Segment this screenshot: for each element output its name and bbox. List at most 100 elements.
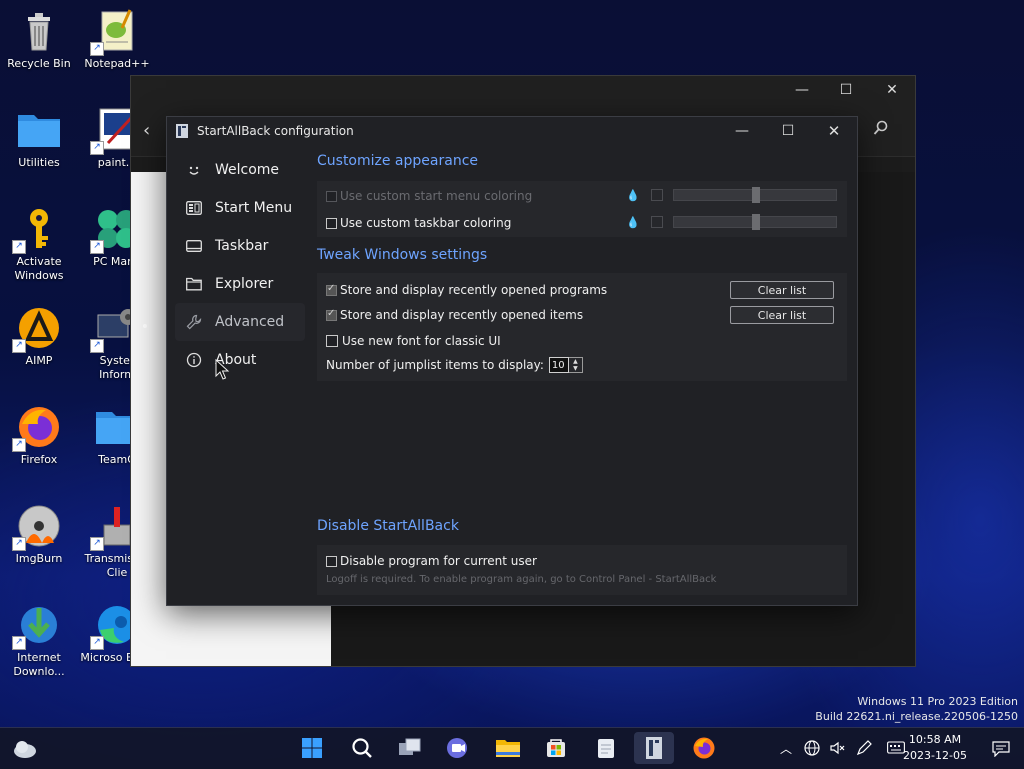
smiley-icon: [185, 161, 203, 179]
microsoft-store-icon[interactable]: [536, 732, 576, 764]
jumplist-stepper[interactable]: 10 ▲ ▼: [548, 357, 583, 373]
shortcut-arrow-icon: ↗: [90, 240, 104, 254]
option-label: Store and display recently opened items: [340, 308, 584, 322]
new-font-checkbox[interactable]: [326, 335, 338, 347]
search-icon[interactable]: [873, 120, 889, 136]
startallback-taskbar-button[interactable]: [634, 732, 674, 764]
firefox-icon: ↗: [12, 404, 62, 452]
desktop-icon-label: Firefox: [20, 453, 58, 466]
maximize-button[interactable]: ☐: [765, 117, 811, 145]
desktop-icon-notepadpp[interactable]: ↗ Notepad++: [80, 8, 154, 71]
recent-items-option[interactable]: Store and display recently opened items: [326, 308, 583, 322]
option-label: Disable program for current user: [340, 554, 537, 568]
back-arrow-icon[interactable]: ‹: [143, 120, 150, 141]
slider-thumb[interactable]: [752, 214, 760, 230]
weather-icon[interactable]: [12, 737, 38, 759]
clock-date: 2023-12-05: [903, 749, 967, 762]
color-swatch[interactable]: [651, 189, 663, 201]
desktop-icon-label: Activate Windows: [14, 255, 64, 282]
task-view-button[interactable]: [390, 732, 430, 764]
desktop-icon-label: Internet Downlo...: [13, 651, 65, 678]
nav-item-taskbar[interactable]: Taskbar: [175, 227, 305, 265]
stepper-up-icon[interactable]: ▲: [569, 358, 582, 365]
clear-programs-list-button[interactable]: Clear list: [730, 281, 834, 299]
desktop-icon-label: Utilities: [18, 156, 60, 169]
search-button[interactable]: [342, 732, 382, 764]
new-font-option[interactable]: Use new font for classic UI: [326, 334, 501, 348]
show-hidden-icons-chevron-icon[interactable]: ︿: [780, 740, 792, 757]
shortcut-arrow-icon: ↗: [12, 240, 26, 254]
shortcut-arrow-icon: ↗: [90, 636, 104, 650]
recent-programs-option[interactable]: Store and display recently opened progra…: [326, 283, 607, 297]
notepadpp-icon: ↗: [90, 8, 140, 56]
pen-icon[interactable]: [856, 740, 872, 756]
taskbar-coloring-checkbox[interactable]: [326, 217, 337, 229]
window-title: StartAllBack configuration: [197, 124, 354, 138]
edition-text: Windows 11 Pro 2023 Edition: [857, 695, 1018, 708]
build-text: Build 22621.ni_release.220506-1250: [815, 710, 1018, 723]
background-minimize-button[interactable]: —: [779, 78, 825, 102]
section-heading-disable: Disable StartAllBack: [317, 518, 459, 534]
option-label: Use custom taskbar coloring: [340, 216, 512, 230]
desktop-icon-firefox[interactable]: ↗ Firefox: [2, 404, 76, 467]
stepper-arrows[interactable]: ▲ ▼: [568, 357, 583, 373]
volume-muted-icon[interactable]: [829, 740, 845, 756]
wrench-icon: [185, 313, 203, 331]
title-bar[interactable]: StartAllBack configuration — ☐ ✕: [167, 117, 857, 145]
meet-icon[interactable]: [438, 732, 478, 764]
notepad-icon[interactable]: [586, 732, 626, 764]
taskbar-opacity-slider[interactable]: [673, 214, 837, 230]
jumplist-value[interactable]: 10: [548, 357, 569, 373]
stepper-down-icon[interactable]: ▼: [569, 365, 582, 372]
background-close-button[interactable]: ✕: [869, 78, 915, 102]
shortcut-arrow-icon: ↗: [90, 537, 104, 551]
startallback-config-window[interactable]: StartAllBack configuration — ☐ ✕ Welcome…: [166, 116, 858, 606]
desktop-icon-label: ImgBurn: [15, 552, 63, 565]
disable-program-checkbox[interactable]: [326, 555, 337, 567]
color-drop-icon: 💧: [626, 189, 640, 202]
nav-item-explorer[interactable]: Explorer: [175, 265, 305, 303]
recent-programs-checkbox[interactable]: [326, 283, 337, 296]
desktop-icon-utilities[interactable]: Utilities: [2, 107, 76, 170]
taskbar-coloring-option[interactable]: Use custom taskbar coloring: [326, 216, 511, 230]
start-menu-coloring-option[interactable]: Use custom start menu coloring: [326, 189, 532, 203]
disable-group: Disable program for current user Logoff …: [317, 545, 847, 595]
system-clock[interactable]: 10:58 AM 2023-12-05: [900, 732, 970, 764]
bullet-dot: [143, 324, 147, 328]
background-maximize-button[interactable]: ☐: [823, 78, 869, 102]
app-icon: [176, 124, 188, 138]
nav-item-about[interactable]: About: [175, 341, 305, 379]
folder-icon: [185, 275, 203, 293]
jumplist-option: Number of jumplist items to display: 10 …: [326, 357, 583, 373]
nav-label: Welcome: [215, 162, 280, 178]
start-menu-coloring-checkbox[interactable]: [326, 190, 337, 202]
desktop-icon-internet-download-manager[interactable]: ↗ Internet Downlo...: [2, 602, 76, 679]
nav-item-start-menu[interactable]: Start Menu: [175, 189, 305, 227]
option-label: Use new font for classic UI: [342, 334, 501, 348]
nav-item-advanced[interactable]: Advanced: [175, 303, 305, 341]
nav-item-welcome[interactable]: Welcome: [175, 151, 305, 189]
shortcut-arrow-icon: ↗: [90, 141, 104, 155]
disable-program-option[interactable]: Disable program for current user: [326, 554, 537, 568]
close-button[interactable]: ✕: [811, 117, 857, 145]
minimize-button[interactable]: —: [719, 117, 765, 145]
recent-items-checkbox[interactable]: [326, 308, 337, 321]
file-explorer-icon[interactable]: [488, 732, 528, 764]
notifications-icon[interactable]: [992, 741, 1010, 757]
desktop-icon-activate-windows[interactable]: ↗ Activate Windows: [2, 206, 76, 283]
clear-items-list-button[interactable]: Clear list: [730, 306, 834, 324]
slider-thumb[interactable]: [752, 187, 760, 203]
shortcut-arrow-icon: ↗: [12, 636, 26, 650]
start-menu-opacity-slider[interactable]: [673, 187, 837, 203]
desktop-icon-aimp[interactable]: ↗ AIMP: [2, 305, 76, 368]
color-swatch[interactable]: [651, 216, 663, 228]
network-globe-icon[interactable]: [804, 740, 820, 756]
desktop-icon-imgburn[interactable]: ↗ ImgBurn: [2, 503, 76, 566]
info-icon: [185, 351, 203, 369]
desktop-icon-recycle-bin[interactable]: Recycle Bin: [2, 8, 76, 71]
section-heading-customize: Customize appearance: [317, 153, 478, 169]
aimp-icon: ↗: [12, 305, 62, 353]
start-button[interactable]: [292, 732, 332, 764]
firefox-taskbar-icon[interactable]: [684, 732, 724, 764]
desktop-icon-label: Recycle Bin: [7, 57, 71, 70]
